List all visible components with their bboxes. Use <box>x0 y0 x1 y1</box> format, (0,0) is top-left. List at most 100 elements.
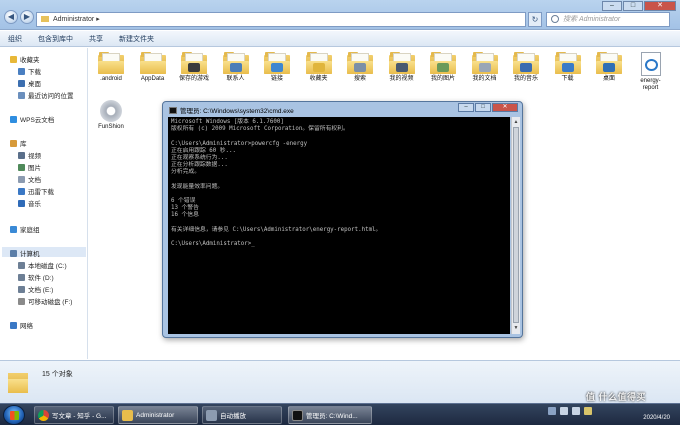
sidebar-item[interactable]: 最近访问的位置 <box>18 90 74 100</box>
file-item[interactable]: 联系人 <box>218 52 254 83</box>
cmd-maximize-button[interactable]: □ <box>475 103 491 112</box>
cmd-window-controls: – □ ✕ <box>458 103 518 112</box>
start-button[interactable] <box>3 405 25 425</box>
file-name: 我的视频 <box>389 76 414 82</box>
minimize-button[interactable]: – <box>602 1 622 11</box>
forward-arrow-icon[interactable]: ▶ <box>20 10 34 24</box>
sidebar-item[interactable]: 桌面 <box>18 78 41 88</box>
scroll-up-icon[interactable]: ▲ <box>513 118 519 126</box>
sidebar-item[interactable]: 音乐 <box>18 198 41 208</box>
sidebar-item[interactable]: 网络 <box>10 320 33 330</box>
console-line: 6 个错误 <box>171 198 196 205</box>
volume-icon[interactable] <box>572 407 580 415</box>
scroll-thumb[interactable] <box>513 127 519 323</box>
toolbar-organize[interactable]: 组织 <box>8 34 22 44</box>
file-item[interactable]: FunShion <box>93 100 129 131</box>
file-item[interactable]: 保存的游戏 <box>176 52 212 83</box>
file-item[interactable]: AppData <box>135 52 171 83</box>
scroll-down-icon[interactable]: ▼ <box>513 324 519 332</box>
sidebar-item[interactable]: 软件 (D:) <box>18 272 54 282</box>
sidebar-item[interactable]: WPS云文档 <box>10 114 54 124</box>
taskbar-button-explorer[interactable]: Administrator <box>118 406 198 424</box>
flag-icon[interactable] <box>584 407 592 415</box>
cloud-icon <box>10 115 17 123</box>
picture-icon <box>18 163 25 171</box>
network-icon[interactable] <box>560 407 568 415</box>
file-item[interactable]: 链接 <box>259 52 295 83</box>
toolbar-include-in-library[interactable]: 包含到库中 <box>38 34 73 44</box>
chrome-icon <box>38 409 49 421</box>
sidebar-item[interactable]: 迅雷下载 <box>18 186 54 196</box>
clock[interactable]: 2020/4/20 <box>643 408 670 422</box>
sidebar-item[interactable]: 文档 (E:) <box>18 284 53 294</box>
computer-icon <box>10 249 17 257</box>
file-item[interactable]: 下载 <box>550 52 586 83</box>
console-line: 13 个警告 <box>171 205 199 212</box>
search-icon <box>551 15 559 23</box>
application-icon <box>100 100 122 122</box>
taskbar-button-browser[interactable]: 写文章 - 知乎 - G... <box>34 406 114 424</box>
file-item[interactable]: 我的图片 <box>425 52 461 83</box>
sidebar-item-label: 软件 (D:) <box>28 275 54 282</box>
file-item[interactable]: 我的音乐 <box>508 52 544 83</box>
folder-icon <box>388 52 415 74</box>
taskbar-button-autoplay[interactable]: 自动播放 <box>202 406 282 424</box>
file-name: 联系人 <box>226 76 245 82</box>
usb-drive-icon <box>18 297 25 305</box>
sidebar-item[interactable]: 家庭组 <box>10 224 40 234</box>
toolbar-share[interactable]: 共享 <box>89 34 103 44</box>
cmd-console[interactable]: Microsoft Windows [版本 6.1.7600] 版权所有 (c) … <box>168 117 510 334</box>
sidebar-item[interactable]: 下载 <box>18 66 41 76</box>
file-item[interactable]: .android <box>93 52 129 83</box>
file-item[interactable]: 我的文档 <box>467 52 503 83</box>
search-input[interactable]: 搜索 Administrator <box>546 12 670 27</box>
toolbar-new-folder[interactable]: 新建文件夹 <box>119 34 154 44</box>
watermark-logo: 值 什么值得买 <box>585 392 646 402</box>
cmd-window[interactable]: 管理员: C:\Windows\system32\cmd.exe – □ ✕ M… <box>162 101 523 338</box>
sidebar-item[interactable]: 收藏夹 <box>10 54 40 64</box>
tray-up-arrow-icon[interactable] <box>548 407 556 415</box>
sidebar-item[interactable]: 文档 <box>18 174 41 184</box>
console-line: C:\Users\Administrator>powercfg -energy <box>171 140 308 147</box>
star-icon <box>10 55 17 63</box>
file-name: FunShion <box>98 124 124 130</box>
file-name: energy-report <box>640 78 661 91</box>
sidebar-item[interactable]: 库 <box>10 138 27 148</box>
file-item[interactable]: 桌面 <box>591 52 627 83</box>
refresh-button[interactable]: ↻ <box>528 12 542 27</box>
folder-icon <box>347 52 373 74</box>
file-item[interactable]: energy-report <box>633 52 669 92</box>
folder-icon <box>471 52 498 74</box>
file-name: 我的图片 <box>430 76 455 82</box>
file-item[interactable]: 搜索 <box>342 52 378 83</box>
explorer-titlebar: ◀ ▶ Administrator ▸ ↻ 搜索 Administrator –… <box>0 0 680 30</box>
file-item[interactable]: 收藏夹 <box>301 52 337 83</box>
music-icon <box>18 199 25 207</box>
sidebar-item[interactable]: 图片 <box>18 162 41 172</box>
close-button[interactable]: ✕ <box>644 1 676 11</box>
folder-icon <box>554 52 581 74</box>
address-text: Administrator <box>53 16 95 23</box>
taskbar: 写文章 - 知乎 - G... Administrator 自动播放 管理员: … <box>0 403 680 425</box>
sidebar-item[interactable]: 可移动磁盘 (F:) <box>18 296 72 306</box>
maximize-button[interactable]: □ <box>623 1 643 11</box>
file-item[interactable]: 我的视频 <box>384 52 420 83</box>
address-bar[interactable]: Administrator ▸ <box>36 12 526 27</box>
system-tray <box>548 407 592 415</box>
back-arrow-icon[interactable]: ◀ <box>4 10 18 24</box>
sidebar-item-label: 库 <box>20 141 27 148</box>
folder-icon <box>139 52 166 74</box>
file-name: 我的音乐 <box>513 76 538 82</box>
cmd-minimize-button[interactable]: – <box>458 103 474 112</box>
console-line: 发现能量效率问题。 <box>171 183 224 190</box>
sidebar-item[interactable]: 本地磁盘 (C:) <box>18 260 67 270</box>
sidebar-item[interactable]: 视频 <box>18 150 41 160</box>
cmd-scrollbar[interactable]: ▲ ▼ <box>511 117 520 334</box>
console-line: 分析完成。 <box>171 169 200 176</box>
taskbar-button-cmd[interactable]: 管理员: C:\Wind... <box>288 406 372 424</box>
drive-icon <box>18 273 25 281</box>
sidebar-item[interactable]: 计算机 <box>10 248 40 258</box>
cmd-close-button[interactable]: ✕ <box>492 103 518 112</box>
